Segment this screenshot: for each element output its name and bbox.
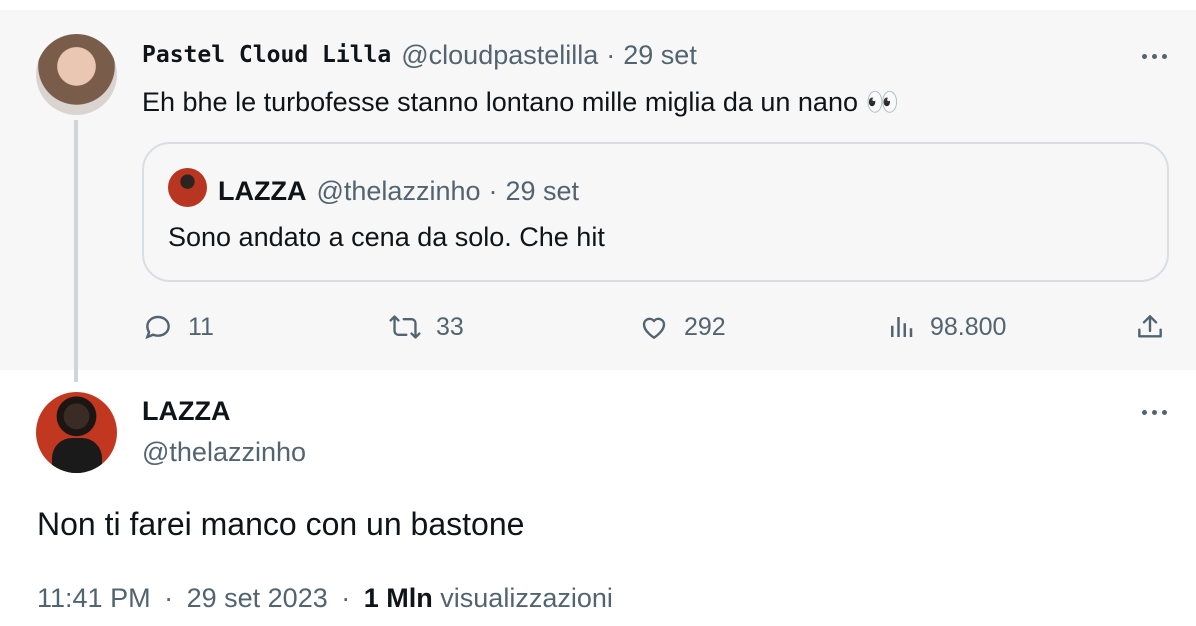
parent-tweet-text: Eh bhe le turbofesse stanno lontano mill… — [142, 87, 900, 117]
main-tweet-date[interactable]: 29 set 2023 — [187, 583, 328, 613]
share-button[interactable] — [1134, 306, 1166, 348]
parent-tweet-date[interactable]: 29 set — [623, 40, 697, 71]
main-tweet-text: Non ti farei manco con un bastone — [37, 506, 525, 542]
quoted-tweet-date: 29 set — [505, 175, 580, 206]
main-author-handle[interactable]: @thelazzinho — [142, 437, 306, 468]
main-views-count: 1 Mln — [363, 583, 433, 613]
like-button[interactable]: 292 — [638, 306, 726, 348]
parent-tweet-header: Pastel Cloud Lilla @cloudpastelilla · 29… — [142, 38, 697, 72]
thread-connector-line — [74, 120, 78, 382]
reply-button[interactable]: 11 — [142, 306, 214, 348]
parent-separator: · — [606, 39, 616, 70]
quoted-author-handle: @thelazzinho — [316, 175, 481, 206]
like-icon — [638, 311, 670, 343]
main-more-icon[interactable] — [1134, 400, 1174, 424]
footer-separator-1: · — [164, 583, 174, 613]
main-tweet-footer: 11:41 PM · 29 set 2023 · 1 Mln visualizz… — [37, 583, 613, 614]
reply-icon — [142, 311, 174, 343]
reply-count: 11 — [188, 312, 214, 341]
parent-author-handle[interactable]: @cloudpastelilla — [401, 40, 598, 71]
main-author-name[interactable]: LAZZA — [142, 396, 230, 427]
main-author-avatar[interactable] — [36, 392, 117, 473]
parent-more-icon[interactable] — [1134, 44, 1174, 68]
retweet-count: 33 — [436, 312, 464, 341]
parent-author-name[interactable]: Pastel Cloud Lilla — [142, 42, 391, 68]
retweet-icon — [388, 311, 422, 343]
quoted-author-avatar — [168, 168, 207, 207]
quoted-separator: · — [488, 175, 498, 206]
share-icon — [1134, 311, 1166, 343]
views-count: 98.800 — [930, 312, 1007, 341]
quoted-author-name: LAZZA — [218, 175, 307, 206]
views-icon — [886, 311, 916, 343]
quoted-tweet-header: LAZZA @thelazzinho · 29 set — [218, 174, 579, 208]
parent-author-avatar[interactable] — [36, 34, 117, 115]
quoted-tweet-text: Sono andato a cena da solo. Che hit — [168, 222, 605, 252]
footer-separator-2: · — [341, 583, 351, 613]
retweet-button[interactable]: 33 — [388, 306, 464, 348]
quoted-tweet-card[interactable]: LAZZA @thelazzinho · 29 set Sono andato … — [142, 142, 1169, 282]
main-tweet-time[interactable]: 11:41 PM — [37, 583, 151, 613]
views-button[interactable]: 98.800 — [886, 306, 1006, 348]
like-count: 292 — [684, 312, 726, 341]
main-views-label: visualizzazioni — [440, 583, 613, 613]
